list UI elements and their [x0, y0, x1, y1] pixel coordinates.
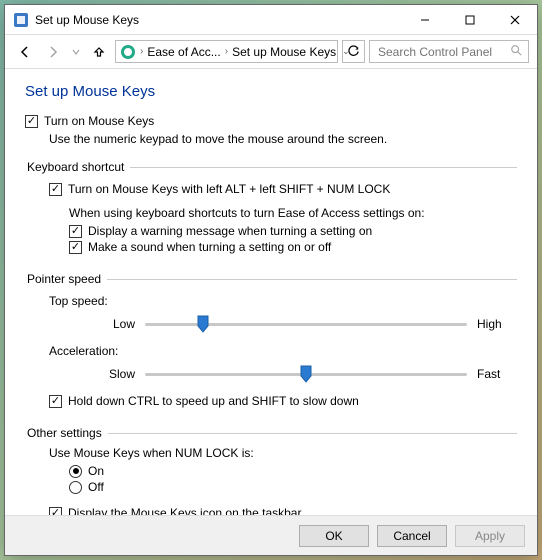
make-sound-checkbox[interactable]: [69, 241, 82, 254]
top-speed-label: Top speed:: [49, 294, 517, 308]
pointer-speed-legend: Pointer speed: [25, 272, 107, 286]
apply-button[interactable]: Apply: [455, 525, 525, 547]
numlock-on-label: On: [88, 464, 104, 478]
cancel-button[interactable]: Cancel: [377, 525, 447, 547]
enable-shortcut-label: Turn on Mouse Keys with left ALT + left …: [68, 182, 390, 196]
chevron-right-icon: ›: [140, 46, 143, 57]
when-using-text: When using keyboard shortcuts to turn Ea…: [69, 206, 517, 220]
ok-button[interactable]: OK: [299, 525, 369, 547]
ctrl-shift-row: Hold down CTRL to speed up and SHIFT to …: [49, 394, 517, 408]
top-speed-row: Low High: [25, 314, 517, 334]
enable-shortcut-row: Turn on Mouse Keys with left ALT + left …: [49, 182, 517, 196]
minimize-button[interactable]: [402, 5, 447, 34]
window-controls: [402, 5, 537, 34]
pointer-speed-group: Pointer speed Top speed: Low High Accele…: [25, 272, 517, 420]
taskbar-icon-row: Display the Mouse Keys icon on the taskb…: [49, 506, 517, 515]
acceleration-row: Slow Fast: [25, 364, 517, 384]
keyboard-shortcut-legend: Keyboard shortcut: [25, 160, 130, 174]
control-panel-icon: [13, 12, 29, 28]
nav-up-button[interactable]: [87, 40, 111, 64]
numlock-label: Use Mouse Keys when NUM LOCK is:: [49, 446, 517, 460]
breadcrumb-item[interactable]: Ease of Acc...: [147, 45, 220, 59]
dialog-footer: OK Cancel Apply: [5, 515, 537, 555]
numlock-off-radio[interactable]: [69, 481, 82, 494]
turn-on-mouse-keys-label: Turn on Mouse Keys: [44, 114, 154, 128]
search-input[interactable]: [376, 44, 510, 60]
mouse-keys-description: Use the numeric keypad to move the mouse…: [49, 132, 517, 146]
refresh-button[interactable]: [342, 40, 365, 63]
top-speed-slider[interactable]: [145, 314, 467, 334]
ease-of-access-icon: [120, 44, 136, 60]
acceleration-slow-label: Slow: [25, 367, 145, 381]
make-sound-row: Make a sound when turning a setting on o…: [69, 240, 517, 254]
titlebar: Set up Mouse Keys: [5, 5, 537, 35]
acceleration-thumb[interactable]: [300, 365, 312, 383]
acceleration-slider[interactable]: [145, 364, 467, 384]
numlock-off-label: Off: [88, 480, 104, 494]
acceleration-label: Acceleration:: [49, 344, 517, 358]
maximize-button[interactable]: [447, 5, 492, 34]
nav-forward-button[interactable]: [41, 40, 65, 64]
page-title: Set up Mouse Keys: [25, 83, 517, 100]
ctrl-shift-label: Hold down CTRL to speed up and SHIFT to …: [68, 394, 359, 408]
taskbar-icon-checkbox[interactable]: [49, 507, 62, 516]
numlock-on-row: On: [69, 464, 517, 478]
display-warning-checkbox[interactable]: [69, 225, 82, 238]
content-area: Set up Mouse Keys Turn on Mouse Keys Use…: [5, 69, 537, 515]
control-panel-window: Set up Mouse Keys: [4, 4, 538, 556]
taskbar-icon-label: Display the Mouse Keys icon on the taskb…: [68, 506, 301, 515]
chevron-right-icon: ›: [225, 46, 228, 57]
make-sound-label: Make a sound when turning a setting on o…: [88, 240, 331, 254]
keyboard-shortcut-group: Keyboard shortcut Turn on Mouse Keys wit…: [25, 160, 517, 266]
address-bar[interactable]: › Ease of Acc... › Set up Mouse Keys ⌄: [115, 40, 338, 63]
breadcrumb-item[interactable]: Set up Mouse Keys: [232, 45, 336, 59]
display-warning-label: Display a warning message when turning a…: [88, 224, 372, 238]
nav-back-button[interactable]: [13, 40, 37, 64]
recent-locations-button[interactable]: [69, 40, 83, 64]
other-settings-group: Other settings Use Mouse Keys when NUM L…: [25, 426, 517, 515]
enable-shortcut-checkbox[interactable]: [49, 183, 62, 196]
turn-on-mouse-keys-row: Turn on Mouse Keys: [25, 114, 517, 128]
numlock-on-radio[interactable]: [69, 465, 82, 478]
acceleration-fast-label: Fast: [467, 367, 517, 381]
top-speed-high-label: High: [467, 317, 517, 331]
close-button[interactable]: [492, 5, 537, 34]
search-box[interactable]: [369, 40, 529, 63]
window-title: Set up Mouse Keys: [35, 13, 402, 27]
ctrl-shift-checkbox[interactable]: [49, 395, 62, 408]
nav-toolbar: › Ease of Acc... › Set up Mouse Keys ⌄: [5, 35, 537, 69]
other-settings-legend: Other settings: [25, 426, 108, 440]
display-warning-row: Display a warning message when turning a…: [69, 224, 517, 238]
top-speed-low-label: Low: [25, 317, 145, 331]
search-icon: [510, 44, 522, 59]
top-speed-thumb[interactable]: [197, 315, 209, 333]
numlock-off-row: Off: [69, 480, 517, 494]
turn-on-mouse-keys-checkbox[interactable]: [25, 115, 38, 128]
